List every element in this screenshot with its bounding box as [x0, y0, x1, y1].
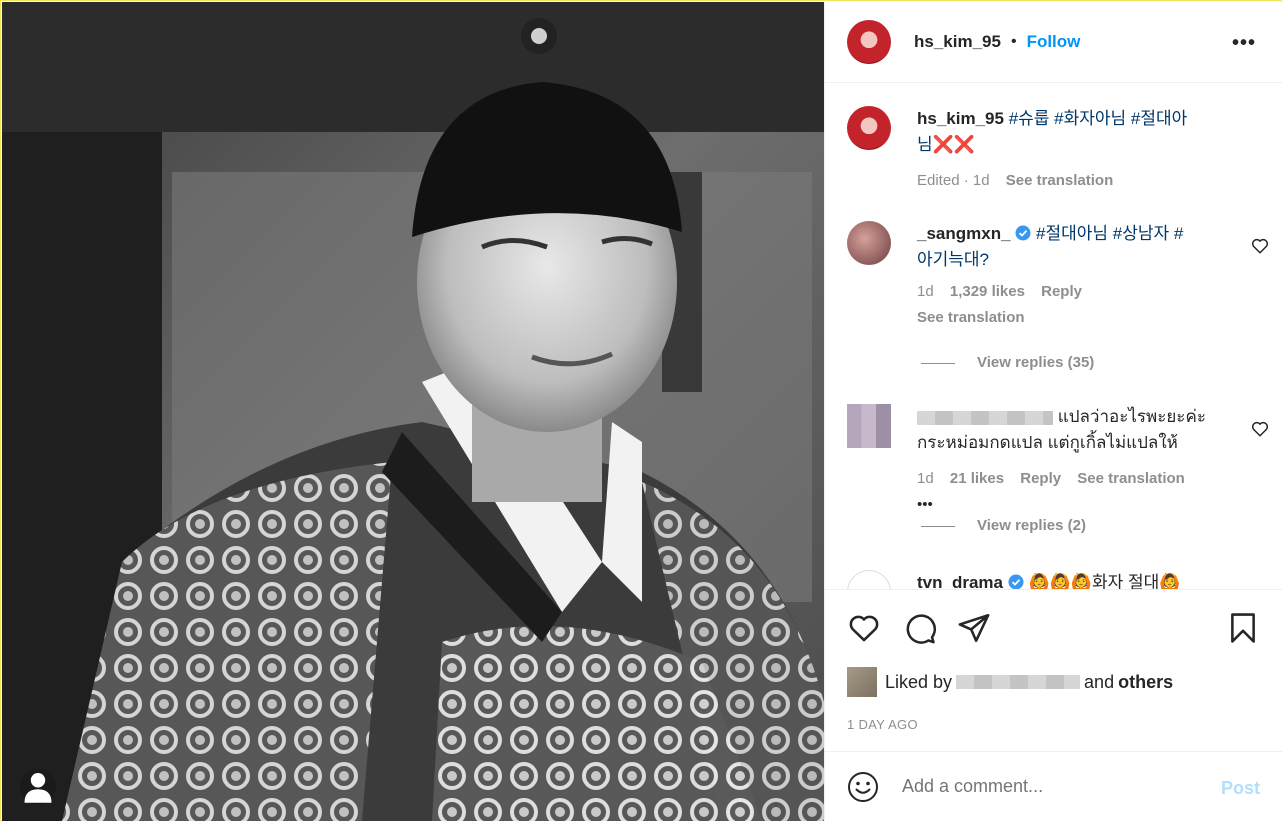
comment-body: _sangmxn_ #절대아님 #상남자 # 아기늑대? 1d 1,329 li… — [917, 221, 1227, 331]
caption-username[interactable]: hs_kim_95 — [917, 109, 1004, 128]
view-replies-button[interactable]: View replies (2) — [921, 517, 1086, 534]
liked-by-prefix: Liked by — [885, 671, 953, 692]
comment-meta: 1d 21 likes Reply See translation ••• — [917, 466, 1227, 518]
liked-by-line: Liked by and others — [847, 667, 1173, 697]
comment-meta: 1d 1,329 likes Reply See translation — [917, 279, 1227, 331]
caption-see-translation[interactable]: See translation — [1006, 172, 1114, 189]
verified-badge-icon — [1015, 225, 1031, 241]
comment-see-translation[interactable]: See translation — [917, 309, 1025, 326]
caption-meta: Edited · 1d See translation — [917, 168, 1227, 194]
follow-button[interactable]: Follow — [1027, 32, 1081, 52]
comment-see-translation[interactable]: See translation — [1077, 470, 1185, 487]
hidden-username[interactable] — [917, 410, 1053, 425]
commenter-avatar[interactable] — [847, 404, 891, 448]
comment-like-icon[interactable] — [1251, 420, 1269, 438]
caption-hashtags[interactable]: #슈룹 #화자아님 #절대아 — [1009, 109, 1188, 128]
comment-text-cont: กระหม่อมกดแปล แต่กูเกิ้ลไม่แปลให้ — [917, 433, 1178, 452]
view-replies-button[interactable]: View replies (35) — [921, 354, 1094, 371]
comment-icon[interactable] — [903, 611, 937, 645]
comment-body: tvn_drama 🙆🙆🙆화자 절대🙆 — [917, 570, 1227, 589]
post-date[interactable]: 1 DAY AGO — [847, 717, 918, 732]
caption-avatar[interactable] — [847, 106, 891, 150]
comment-text-cont[interactable]: 아기늑대? — [917, 250, 989, 269]
send-icon[interactable] — [957, 611, 991, 645]
separator-dot: • — [1010, 33, 1017, 50]
caption-hashtags-cont[interactable]: 님 — [917, 135, 933, 154]
caption-body: hs_kim_95 #슈룹 #화자아님 #절대아 님❌❌ Edited · 1d… — [917, 106, 1227, 194]
liked-by-and: and — [1084, 671, 1115, 692]
comment-likes[interactable]: 1,329 likes — [950, 283, 1025, 300]
post-header: hs_kim_95 • Follow ••• — [825, 2, 1282, 83]
post-comment-button[interactable]: Post — [1221, 778, 1260, 799]
comment-like-icon[interactable] — [1251, 237, 1269, 255]
comment-text: 🙆🙆🙆화자 절대🙆 — [1028, 573, 1181, 589]
author-username[interactable]: hs_kim_95 — [914, 32, 1001, 52]
caption-edited-time: Edited · 1d — [917, 172, 990, 189]
smiley-icon[interactable] — [847, 771, 879, 803]
liked-by-others[interactable]: others — [1118, 672, 1173, 693]
commenter-username[interactable]: tvn_drama — [917, 573, 1003, 589]
comment-text[interactable]: #절대아님 #상남자 # — [1036, 224, 1183, 243]
comment-reply-button[interactable]: Reply — [1041, 283, 1082, 300]
comment-body: แปลว่าอะไรพะยะค่ะ กระหม่อมกดแปล แต่กูเกิ… — [917, 404, 1227, 518]
comment-likes[interactable]: 21 likes — [950, 470, 1004, 487]
commenter-username[interactable]: _sangmxn_ — [917, 224, 1011, 243]
post-photo[interactable] — [2, 2, 824, 821]
comment-time[interactable]: 1d — [917, 470, 934, 487]
comment-time[interactable]: 1d — [917, 283, 934, 300]
instagram-post-window: hs_kim_95 • Follow ••• hs_kim_95 #슈룹 #화자… — [0, 0, 1282, 821]
post-details-panel: hs_kim_95 • Follow ••• hs_kim_95 #슈룹 #화자… — [824, 2, 1282, 821]
bookmark-icon[interactable] — [1226, 611, 1260, 645]
comment-text: แปลว่าอะไรพะยะค่ะ — [1057, 407, 1206, 426]
hidden-liker-username[interactable] — [956, 675, 1081, 689]
comment-more-icon[interactable]: ••• — [917, 496, 933, 513]
heart-icon[interactable] — [847, 611, 881, 645]
photo-image — [2, 2, 824, 821]
commenter-avatar[interactable] — [847, 570, 891, 589]
verified-badge-icon — [1008, 574, 1024, 589]
commenter-avatar[interactable] — [847, 221, 891, 265]
user-icon — [24, 773, 52, 803]
cross-mark-emoji: ❌❌ — [932, 135, 975, 154]
tagged-users-button[interactable] — [20, 769, 56, 805]
comments-list[interactable]: hs_kim_95 #슈룹 #화자아님 #절대아 님❌❌ Edited · 1d… — [825, 84, 1282, 589]
action-icons-row — [847, 611, 1260, 645]
add-comment-bar: Post — [825, 751, 1282, 821]
liker-avatar[interactable] — [847, 667, 877, 697]
comment-input[interactable] — [902, 776, 1202, 797]
author-avatar[interactable] — [847, 20, 891, 64]
more-options-icon[interactable]: ••• — [1232, 32, 1256, 55]
comment-reply-button[interactable]: Reply — [1020, 470, 1061, 487]
post-actions: Liked by and others 1 DAY AGO — [825, 589, 1282, 751]
